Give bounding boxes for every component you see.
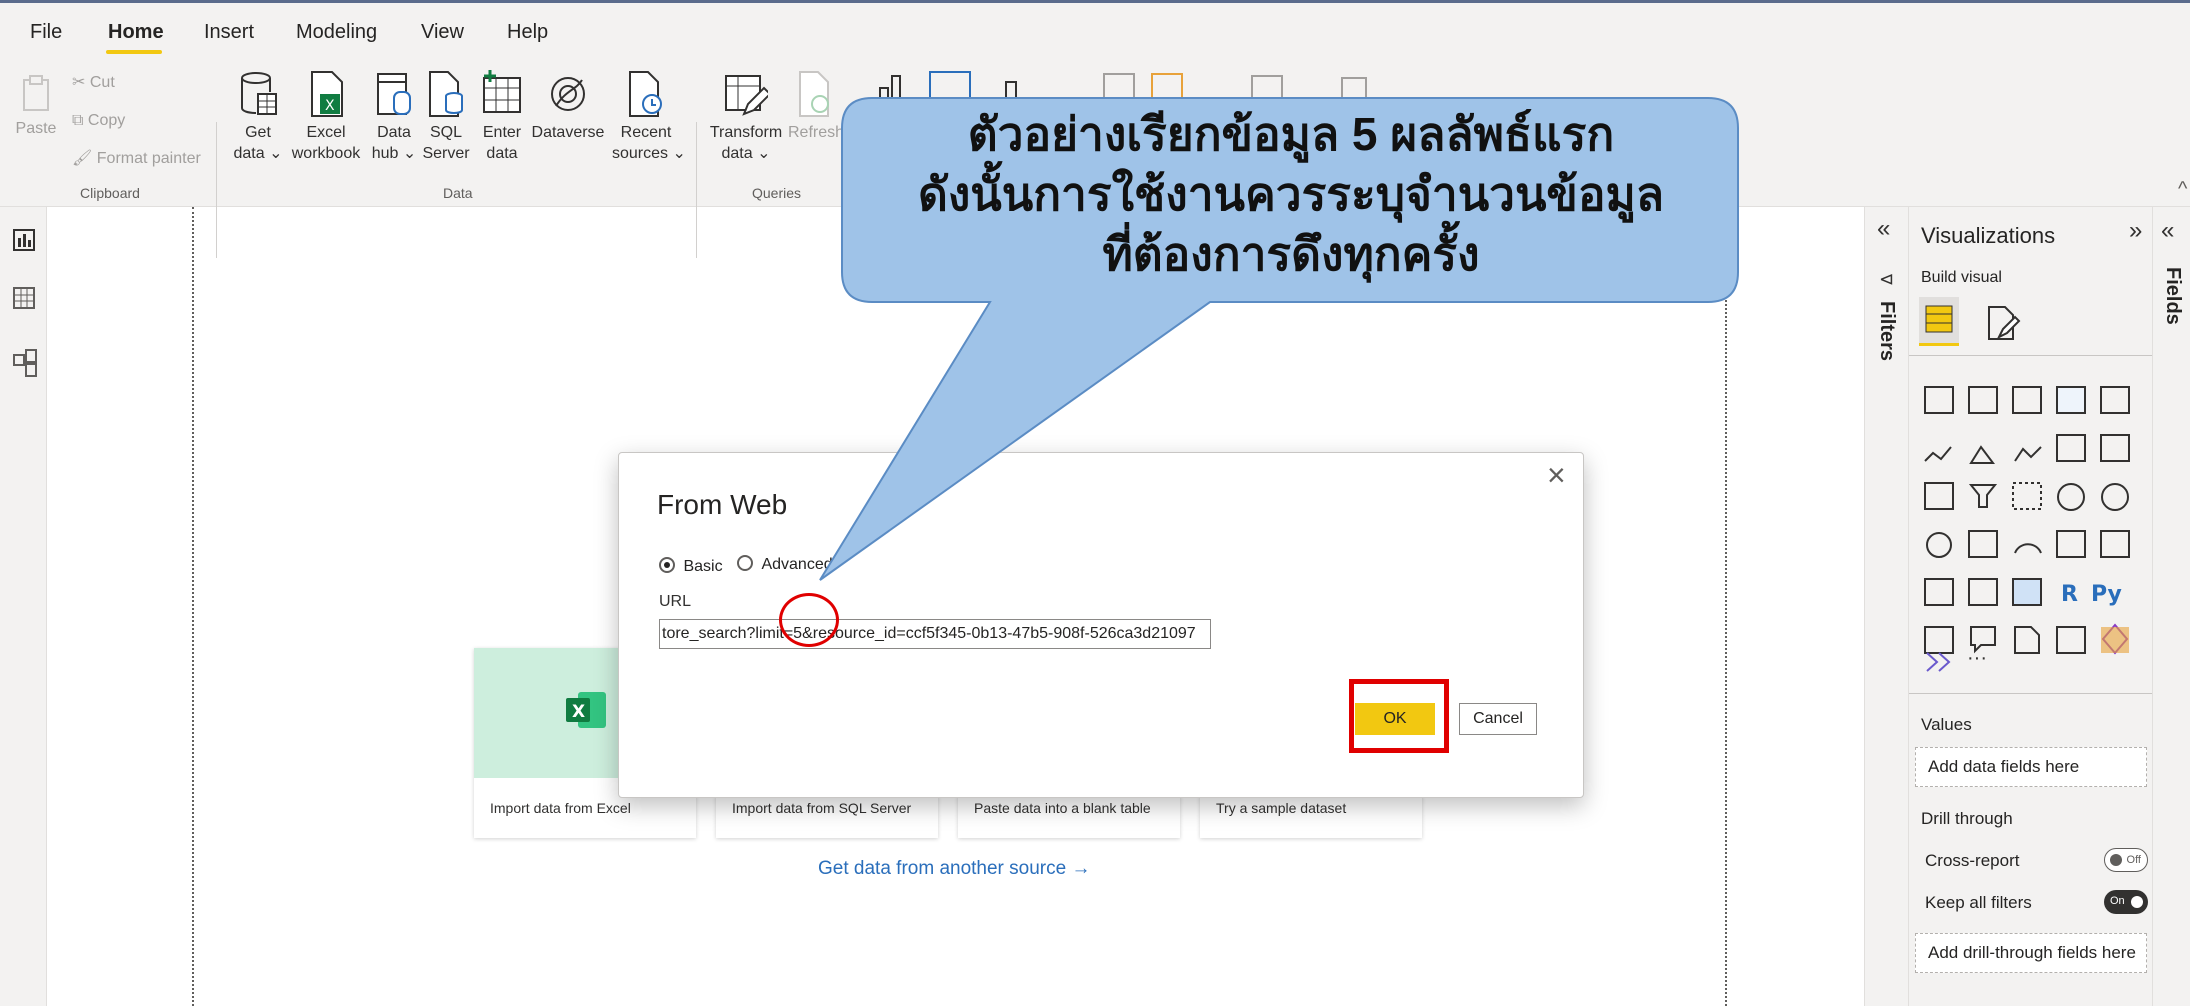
- build-visual-label: Build visual: [1921, 269, 2002, 286]
- keep-all-filters-label: Keep all filters: [1925, 893, 2032, 912]
- cross-report-toggle[interactable]: Off: [2104, 848, 2148, 872]
- more-visuals-icon[interactable]: ···: [1967, 647, 1987, 670]
- divider: [1909, 693, 2153, 694]
- filter-icon: ⊲: [1879, 269, 1895, 289]
- svg-text:R: R: [2061, 582, 2078, 607]
- fields-pane[interactable]: « Fields: [2152, 207, 2190, 1006]
- expand-icon[interactable]: »: [2129, 217, 2142, 245]
- cross-report-label: Cross-report: [1925, 851, 2020, 870]
- visual-gallery[interactable]: R Py: [1923, 385, 2147, 659]
- collapse-icon[interactable]: «: [2161, 217, 2174, 245]
- toggle-text: On: [2110, 895, 2125, 907]
- build-visual-tab[interactable]: [1919, 297, 1959, 346]
- svg-text:Py: Py: [2091, 582, 2122, 607]
- fields-label: Fields: [2162, 267, 2184, 325]
- callout-line: ดังนั้นการใช้งานควรระบุจำนวนข้อมูล: [917, 168, 1665, 220]
- filters-pane[interactable]: « ⊲ Filters: [1864, 207, 1909, 1006]
- filters-label: Filters: [1876, 301, 1898, 362]
- callout-line: ตัวอย่างเรียกข้อมูล 5 ผลลัพธ์แรก: [967, 108, 1615, 160]
- ribbon-collapse-icon[interactable]: ^: [2178, 178, 2187, 201]
- toggle-knob: [2110, 854, 2122, 866]
- divider: [1909, 355, 2153, 356]
- toggle-text: Off: [2126, 854, 2141, 866]
- keep-all-filters-toggle[interactable]: On: [2104, 890, 2148, 914]
- drill-through-label: Drill through: [1921, 809, 2013, 828]
- visualizations-pane: Visualizations » Build visual R Py ··· V…: [1908, 207, 2153, 1006]
- drill-through-well[interactable]: Add drill-through fields here: [1915, 933, 2147, 973]
- values-label: Values: [1921, 715, 1972, 734]
- chevron-visual-icon[interactable]: [1925, 649, 1955, 675]
- visualizations-title: Visualizations: [1921, 223, 2056, 248]
- collapse-icon[interactable]: «: [1877, 215, 1890, 243]
- callout-text: ตัวอย่างเรียกข้อมูล 5 ผลลัพธ์แรก ดังนั้น…: [846, 104, 1736, 284]
- values-well[interactable]: Add data fields here: [1915, 747, 2147, 787]
- table-icon: [1925, 305, 1953, 333]
- toggle-knob: [2131, 896, 2143, 908]
- callout-line: ที่ต้องการดึงทุกครั้ง: [1102, 228, 1480, 280]
- format-visual-icon[interactable]: [1985, 305, 2021, 341]
